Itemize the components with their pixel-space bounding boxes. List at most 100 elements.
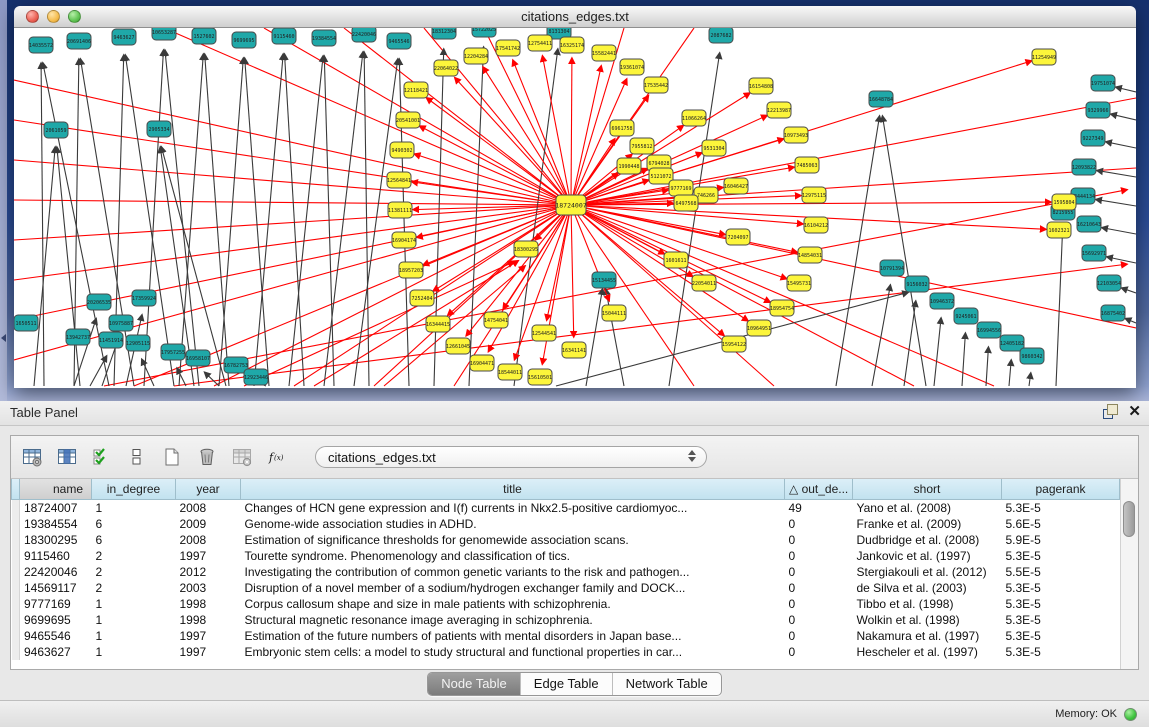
column-header-year[interactable]: year bbox=[176, 479, 241, 500]
table-cell[interactable]: 0 bbox=[785, 644, 853, 660]
network-edge[interactable] bbox=[1116, 87, 1136, 92]
network-node[interactable]: 16958107 bbox=[186, 350, 210, 366]
table-row[interactable]: 1938455462009Genome-wide association stu… bbox=[12, 516, 1120, 532]
table-cell[interactable]: Genome-wide association studies in ADHD. bbox=[241, 516, 785, 532]
network-node[interactable]: 15044111 bbox=[602, 305, 626, 321]
table-cell[interactable]: 0 bbox=[785, 532, 853, 548]
network-node[interactable]: 22420046 bbox=[352, 28, 376, 42]
table-cell[interactable]: Jankovic et al. (1997) bbox=[853, 548, 1002, 564]
network-node[interactable]: 20541001 bbox=[396, 112, 420, 128]
network-node[interactable]: 10946372 bbox=[930, 293, 954, 309]
network-edge[interactable] bbox=[1097, 170, 1136, 177]
network-edge[interactable] bbox=[904, 301, 916, 386]
table-cell[interactable]: 2003 bbox=[176, 580, 241, 596]
network-node[interactable]: 12564841 bbox=[387, 172, 411, 188]
network-node[interactable]: 17541742 bbox=[496, 40, 520, 56]
network-node[interactable]: 1602321 bbox=[1047, 222, 1071, 238]
table-row[interactable]: 946554611997Estimation of the future num… bbox=[12, 628, 1120, 644]
network-node[interactable]: 10791394 bbox=[880, 260, 904, 276]
network-node[interactable]: 9777169 bbox=[669, 180, 693, 196]
column-header-pagerank[interactable]: pagerank bbox=[1002, 479, 1120, 500]
network-node[interactable]: 9245061 bbox=[954, 308, 978, 324]
show-columns-icon[interactable] bbox=[54, 444, 80, 470]
network-node[interactable]: 12905115 bbox=[126, 335, 150, 351]
network-edge[interactable] bbox=[1102, 228, 1136, 234]
column-header-short[interactable]: short bbox=[853, 479, 1002, 500]
column-header-out_de[interactable]: △ out_de... bbox=[785, 479, 853, 500]
network-edge[interactable] bbox=[469, 47, 484, 386]
table-cell[interactable]: 22420046 bbox=[20, 564, 92, 580]
network-node[interactable]: 17957255 bbox=[161, 344, 185, 360]
table-cell[interactable]: 2008 bbox=[176, 532, 241, 548]
network-node[interactable]: 9227349 bbox=[1081, 130, 1105, 146]
network-node[interactable]: 18724007 bbox=[555, 195, 586, 215]
table-row[interactable]: 1830029562008Estimation of significance … bbox=[12, 532, 1120, 548]
column-header-name[interactable]: name bbox=[20, 479, 92, 500]
network-edge[interactable] bbox=[254, 54, 283, 386]
close-window-icon[interactable] bbox=[26, 10, 39, 23]
table-cell[interactable]: 2 bbox=[92, 564, 176, 580]
network-node[interactable]: 12544541 bbox=[532, 325, 556, 341]
network-node[interactable]: 16210643 bbox=[1077, 216, 1101, 232]
table-cell[interactable]: 9463627 bbox=[20, 644, 92, 660]
network-node[interactable]: 9465546 bbox=[387, 33, 411, 49]
network-node[interactable]: 10975887 bbox=[109, 315, 133, 331]
network-node[interactable]: 7485063 bbox=[795, 157, 819, 173]
table-row[interactable]: 2242004622012Investigating the contribut… bbox=[12, 564, 1120, 580]
table-cell[interactable]: 2 bbox=[92, 580, 176, 596]
table-cell[interactable]: 1 bbox=[92, 596, 176, 612]
column-header-in_degree[interactable]: in_degree bbox=[92, 479, 176, 500]
network-node[interactable]: 12204284 bbox=[464, 48, 488, 64]
table-cell[interactable]: 0 bbox=[785, 580, 853, 596]
table-cell[interactable]: 5.9E-5 bbox=[1002, 532, 1120, 548]
table-cell[interactable]: Stergiakouli et al. (2012) bbox=[853, 564, 1002, 580]
network-node[interactable]: 16904174 bbox=[392, 232, 416, 248]
tab-node-table[interactable]: Node Table bbox=[428, 673, 520, 695]
network-edge[interactable] bbox=[1106, 142, 1136, 148]
network-node[interactable]: 16648784 bbox=[869, 91, 893, 107]
column-header-title[interactable]: title bbox=[241, 479, 785, 500]
table-cell[interactable]: 1997 bbox=[176, 644, 241, 660]
delete-column-icon[interactable] bbox=[229, 444, 255, 470]
network-edge[interactable] bbox=[413, 205, 571, 210]
column-settings-icon[interactable] bbox=[19, 444, 45, 470]
network-edge[interactable] bbox=[1096, 199, 1136, 206]
network-node[interactable]: 9463627 bbox=[112, 29, 136, 45]
network-node[interactable]: 20206535 bbox=[87, 294, 111, 310]
network-edge[interactable] bbox=[1009, 360, 1011, 386]
network-node[interactable]: 16046427 bbox=[724, 178, 748, 194]
network-node[interactable]: 16904471 bbox=[470, 355, 494, 371]
row-height-icon[interactable] bbox=[124, 444, 150, 470]
table-cell[interactable]: 0 bbox=[785, 612, 853, 628]
network-node[interactable]: 11254949 bbox=[1032, 49, 1056, 65]
network-node[interactable]: 12213987 bbox=[767, 102, 791, 118]
network-node[interactable]: 12754411 bbox=[528, 35, 552, 51]
table-cell[interactable]: 1 bbox=[92, 500, 176, 517]
table-cell[interactable]: 9777169 bbox=[20, 596, 92, 612]
table-cell[interactable]: Dudbridge et al. (2008) bbox=[853, 532, 1002, 548]
table-row[interactable]: 1456911722003Disruption of a novel membe… bbox=[12, 580, 1120, 596]
network-edge[interactable] bbox=[354, 59, 398, 386]
network-node[interactable]: 1990448 bbox=[617, 158, 641, 174]
new-table-icon[interactable] bbox=[159, 444, 185, 470]
vertical-scrollbar[interactable] bbox=[1120, 479, 1138, 669]
table-cell[interactable]: de Silva et al. (2003) bbox=[853, 580, 1002, 596]
table-cell[interactable]: 1997 bbox=[176, 628, 241, 644]
table-cell[interactable]: Changes of HCN gene expression and I(f) … bbox=[241, 500, 785, 517]
network-node[interactable]: 19751074 bbox=[1091, 75, 1115, 91]
table-cell[interactable]: 1998 bbox=[176, 596, 241, 612]
network-edge[interactable] bbox=[571, 205, 694, 386]
network-node[interactable]: 12093822 bbox=[1072, 159, 1096, 175]
network-edge[interactable] bbox=[571, 58, 572, 205]
table-cell[interactable]: 0 bbox=[785, 596, 853, 612]
table-cell[interactable]: 9699695 bbox=[20, 612, 92, 628]
network-node[interactable]: 9329966 bbox=[1086, 102, 1110, 118]
network-node[interactable]: 1595804 bbox=[1052, 194, 1076, 210]
network-node[interactable]: 7204097 bbox=[726, 229, 750, 245]
table-cell[interactable]: Franke et al. (2009) bbox=[853, 516, 1002, 532]
table-row[interactable]: 911546021997Tourette syndrome. Phenomeno… bbox=[12, 548, 1120, 564]
network-node[interactable]: 7252404 bbox=[410, 290, 434, 306]
network-node[interactable]: 12975115 bbox=[802, 187, 826, 203]
network-node[interactable]: 12405182 bbox=[1000, 335, 1024, 351]
tab-edge-table[interactable]: Edge Table bbox=[520, 673, 612, 695]
